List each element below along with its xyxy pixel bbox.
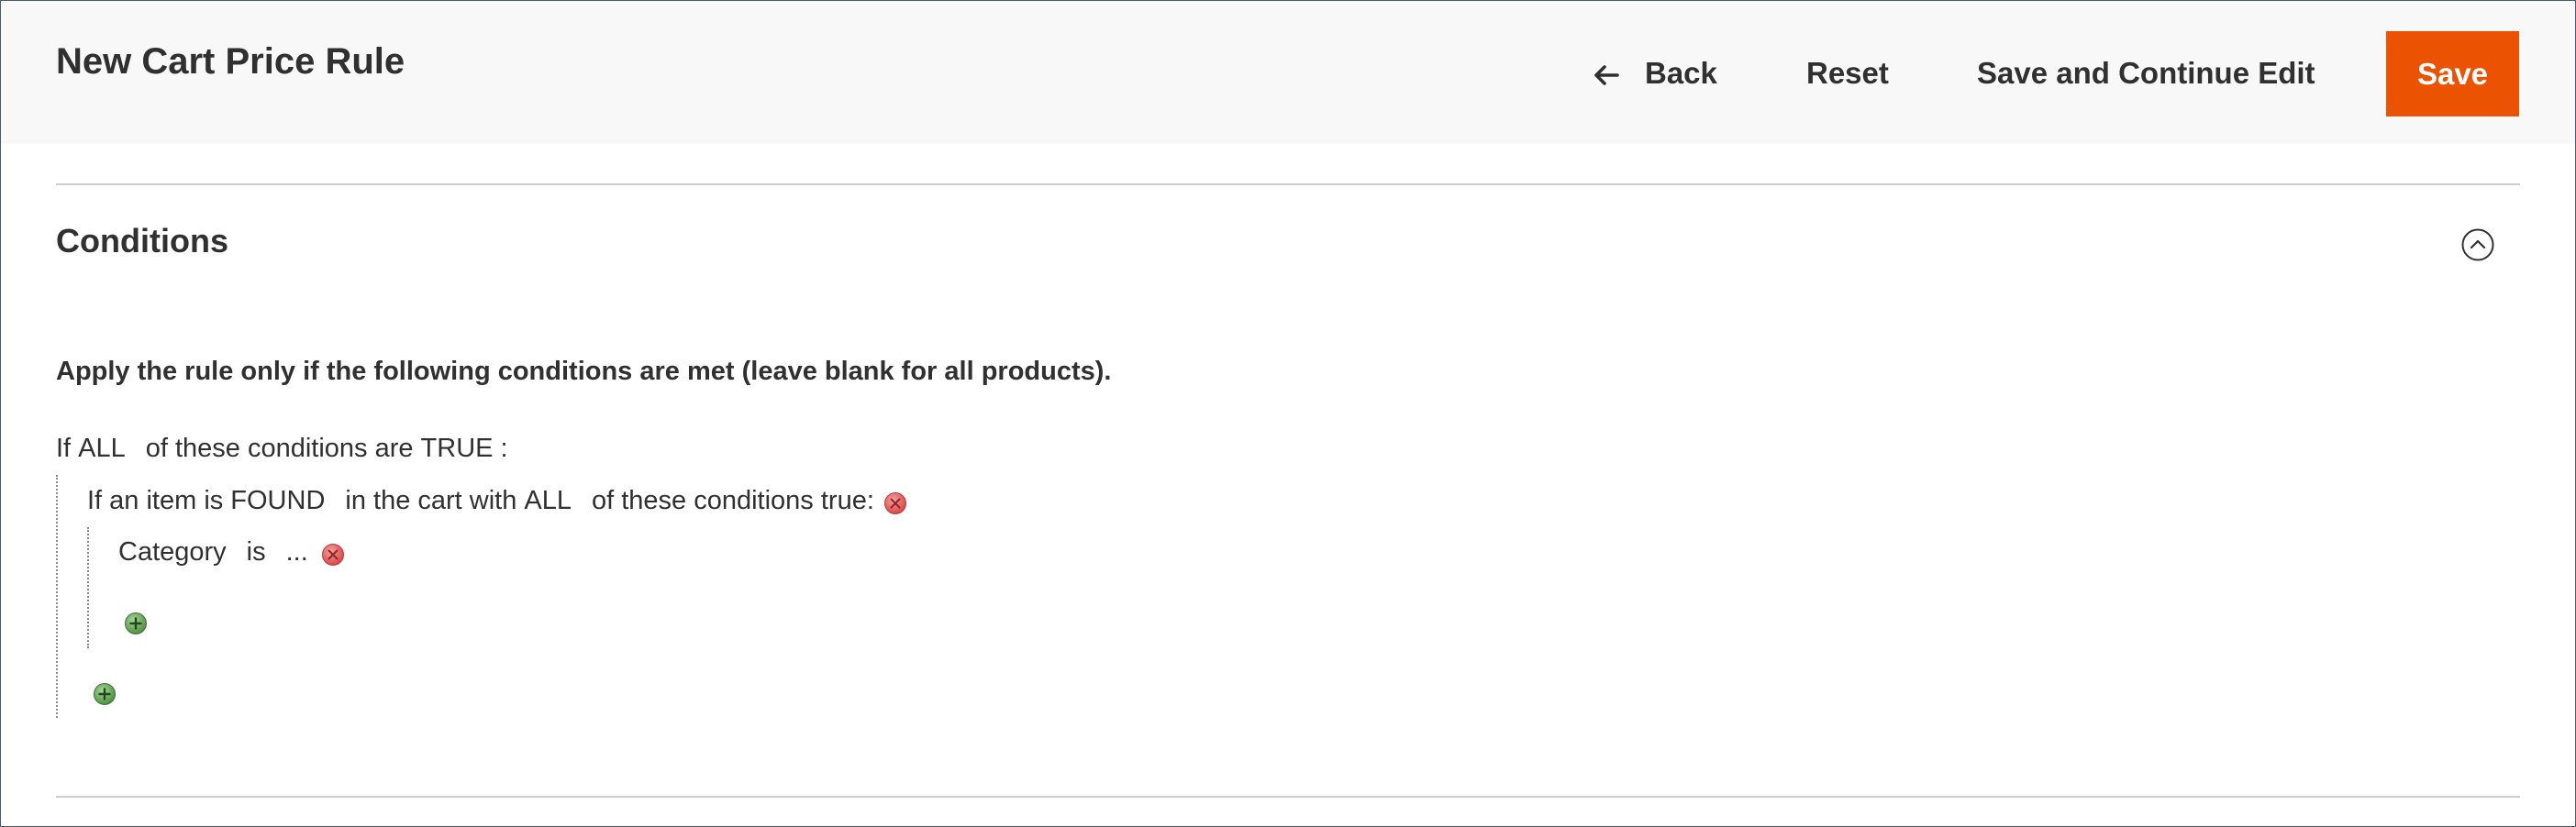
root-suffix: : bbox=[500, 434, 508, 463]
root-value-select[interactable]: TRUE bbox=[421, 430, 494, 467]
found-aggregator-select[interactable]: ALL bbox=[524, 482, 572, 519]
category-operator-select[interactable]: is bbox=[247, 534, 266, 570]
outer-condition-guide bbox=[56, 475, 58, 718]
reset-button[interactable]: Reset bbox=[1806, 52, 1889, 94]
conditions-intro-text: Apply the rule only if the following con… bbox=[56, 357, 1112, 386]
add-icon[interactable] bbox=[93, 682, 117, 706]
conditions-section-title[interactable]: Conditions bbox=[56, 219, 228, 263]
found-condition-line: If an item is FOUND in the cart with ALL… bbox=[87, 482, 907, 519]
category-value-input[interactable]: ... bbox=[286, 534, 308, 570]
section-divider-top bbox=[56, 183, 2520, 185]
found-suffix: of these conditions true: bbox=[591, 486, 874, 515]
root-condition-line: If ALL of these conditions are TRUE : bbox=[56, 430, 508, 467]
arrow-left-icon bbox=[1592, 59, 1621, 88]
save-button[interactable]: Save bbox=[2386, 31, 2519, 116]
remove-icon[interactable] bbox=[883, 489, 907, 514]
back-button-label: Back bbox=[1645, 56, 1717, 90]
page-header: New Cart Price Rule Back Reset Save and … bbox=[1, 1, 2575, 144]
category-condition-line: Category is ... bbox=[118, 534, 345, 570]
root-prefix: If bbox=[56, 434, 72, 463]
app-frame: New Cart Price Rule Back Reset Save and … bbox=[0, 0, 2576, 827]
root-aggregator-select[interactable]: ALL bbox=[78, 430, 126, 467]
add-icon[interactable] bbox=[124, 612, 148, 635]
page-title: New Cart Price Rule bbox=[56, 41, 405, 82]
found-middle-text: in the cart with bbox=[345, 486, 517, 515]
save-and-continue-button[interactable]: Save and Continue Edit bbox=[1977, 52, 2315, 94]
remove-icon[interactable] bbox=[321, 540, 345, 566]
chevron-up-circle-icon[interactable] bbox=[2461, 228, 2494, 261]
back-button[interactable]: Back bbox=[1592, 52, 1717, 94]
found-value-select[interactable]: FOUND bbox=[230, 482, 325, 519]
found-prefix: If an item is bbox=[87, 486, 224, 515]
section-divider-bottom bbox=[56, 796, 2520, 798]
category-attribute: Category bbox=[118, 537, 227, 567]
inner-condition-guide bbox=[87, 527, 89, 648]
root-middle-text: of these conditions are bbox=[145, 434, 414, 463]
